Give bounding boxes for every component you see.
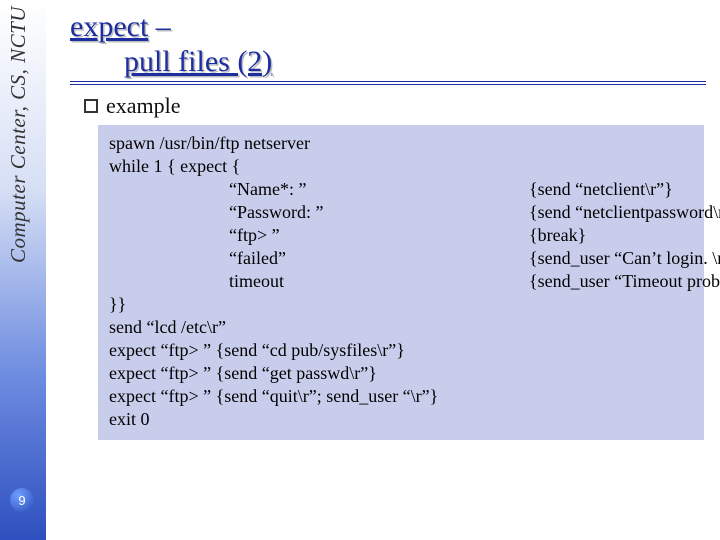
code-row: “Name*: ” {send “netclient\r”} [109, 178, 693, 201]
content-area: expect – pull files (2) example spawn /u… [70, 10, 706, 530]
code-row: “failed” {send_user “Can’t login. \r”; e… [109, 247, 693, 270]
code-row: “Password: ” {send “netclientpassword\r”… [109, 201, 693, 224]
code-row: “ftp> ” {break} [109, 224, 693, 247]
code-left: “ftp> ” [109, 224, 529, 247]
code-line: spawn /usr/bin/ftp netserver [109, 132, 693, 155]
code-line: expect “ftp> ” {send “cd pub/sysfiles\r”… [109, 339, 693, 362]
sidebar: Computer Center, CS, NCTU [0, 0, 46, 540]
title-line-1: expect – [70, 10, 706, 45]
code-left: timeout [109, 270, 529, 293]
code-right: {send “netclientpassword\r”} [529, 201, 720, 224]
bullet-label: example [106, 93, 181, 119]
code-line: expect “ftp> ” {send “get passwd\r”} [109, 362, 693, 385]
sidebar-label: Computer Center, CS, NCTU [6, 6, 30, 366]
code-right: {send_user “Can’t login. \r”; exit 1} [529, 247, 720, 270]
code-right: {send “netclient\r”} [529, 178, 673, 201]
bullet-item: example [84, 93, 706, 119]
code-right: {send_user “Timeout problem. \r”; exit 2… [529, 270, 720, 293]
code-line: exit 0 [109, 408, 693, 431]
bullet-square-icon [84, 99, 98, 113]
title-dash: – [148, 10, 171, 43]
code-line: }} [109, 293, 693, 316]
code-row: timeout {send_user “Timeout problem. \r”… [109, 270, 693, 293]
code-left: “Password: ” [109, 201, 529, 224]
slide: Computer Center, CS, NCTU 9 expect – pul… [0, 0, 720, 540]
code-box: spawn /usr/bin/ftp netserver while 1 { e… [98, 125, 704, 440]
code-right: {break} [529, 224, 586, 247]
title-rule [70, 81, 706, 85]
code-line: expect “ftp> ” {send “quit\r”; send_user… [109, 385, 693, 408]
code-left: “failed” [109, 247, 529, 270]
slide-title: expect – pull files (2) [70, 10, 706, 79]
code-left: “Name*: ” [109, 178, 529, 201]
code-line: while 1 { expect { [109, 155, 693, 178]
page-number: 9 [10, 488, 34, 512]
title-subtitle: pull files (2) [124, 45, 272, 78]
title-word-expect: expect [70, 10, 148, 43]
code-line: send “lcd /etc\r” [109, 316, 693, 339]
title-line-2: pull files (2) [124, 45, 706, 80]
